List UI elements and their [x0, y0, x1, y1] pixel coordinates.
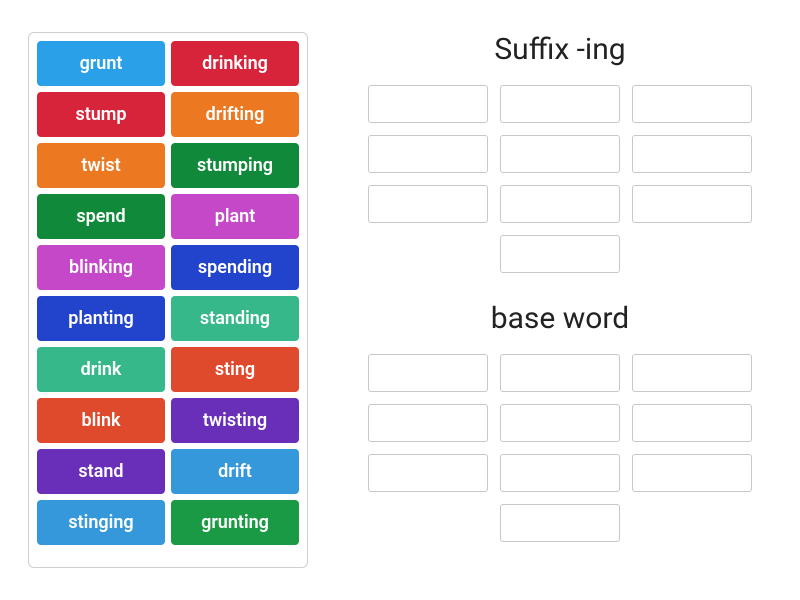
word-tile-plant[interactable]: plant	[171, 194, 299, 239]
drop-slot[interactable]	[500, 404, 620, 442]
drop-slot[interactable]	[500, 354, 620, 392]
drop-slot[interactable]	[632, 85, 752, 123]
word-bank: gruntdrinkingstumpdriftingtwiststumpings…	[28, 32, 308, 568]
word-tile-drifting[interactable]: drifting	[171, 92, 299, 137]
drop-slot[interactable]	[632, 135, 752, 173]
drop-slot[interactable]	[632, 185, 752, 223]
drop-slot[interactable]	[500, 85, 620, 123]
group-title-suffix-ing: Suffix -ing	[494, 32, 625, 67]
word-tile-drift[interactable]: drift	[171, 449, 299, 494]
drop-slot[interactable]	[500, 185, 620, 223]
word-tile-stinging[interactable]: stinging	[37, 500, 165, 545]
word-tile-spend[interactable]: spend	[37, 194, 165, 239]
word-tile-grunting[interactable]: grunting	[171, 500, 299, 545]
word-tile-blink[interactable]: blink	[37, 398, 165, 443]
drop-slot[interactable]	[500, 504, 620, 542]
drop-slot[interactable]	[500, 235, 620, 273]
word-tile-spending[interactable]: spending	[171, 245, 299, 290]
drop-grid-base-word	[350, 354, 770, 542]
drop-slot[interactable]	[368, 404, 488, 442]
drop-zones-panel: Suffix -ing base word	[348, 32, 772, 568]
group-title-base-word: base word	[491, 301, 629, 336]
word-tile-standing[interactable]: standing	[171, 296, 299, 341]
word-tile-drinking[interactable]: drinking	[171, 41, 299, 86]
drop-slot[interactable]	[632, 354, 752, 392]
word-tile-stumping[interactable]: stumping	[171, 143, 299, 188]
drop-slot[interactable]	[632, 404, 752, 442]
drop-grid-suffix-ing	[350, 85, 770, 273]
drop-slot[interactable]	[368, 135, 488, 173]
word-tile-stump[interactable]: stump	[37, 92, 165, 137]
drop-slot[interactable]	[368, 85, 488, 123]
word-tile-twist[interactable]: twist	[37, 143, 165, 188]
word-tile-grunt[interactable]: grunt	[37, 41, 165, 86]
drop-slot[interactable]	[368, 454, 488, 492]
drop-slot[interactable]	[632, 454, 752, 492]
drop-slot[interactable]	[368, 185, 488, 223]
drop-slot[interactable]	[500, 454, 620, 492]
word-tile-planting[interactable]: planting	[37, 296, 165, 341]
drop-slot[interactable]	[368, 354, 488, 392]
word-tile-stand[interactable]: stand	[37, 449, 165, 494]
drop-slot[interactable]	[500, 135, 620, 173]
word-tile-sting[interactable]: sting	[171, 347, 299, 392]
word-tile-blinking[interactable]: blinking	[37, 245, 165, 290]
word-tile-twisting[interactable]: twisting	[171, 398, 299, 443]
word-tile-drink[interactable]: drink	[37, 347, 165, 392]
